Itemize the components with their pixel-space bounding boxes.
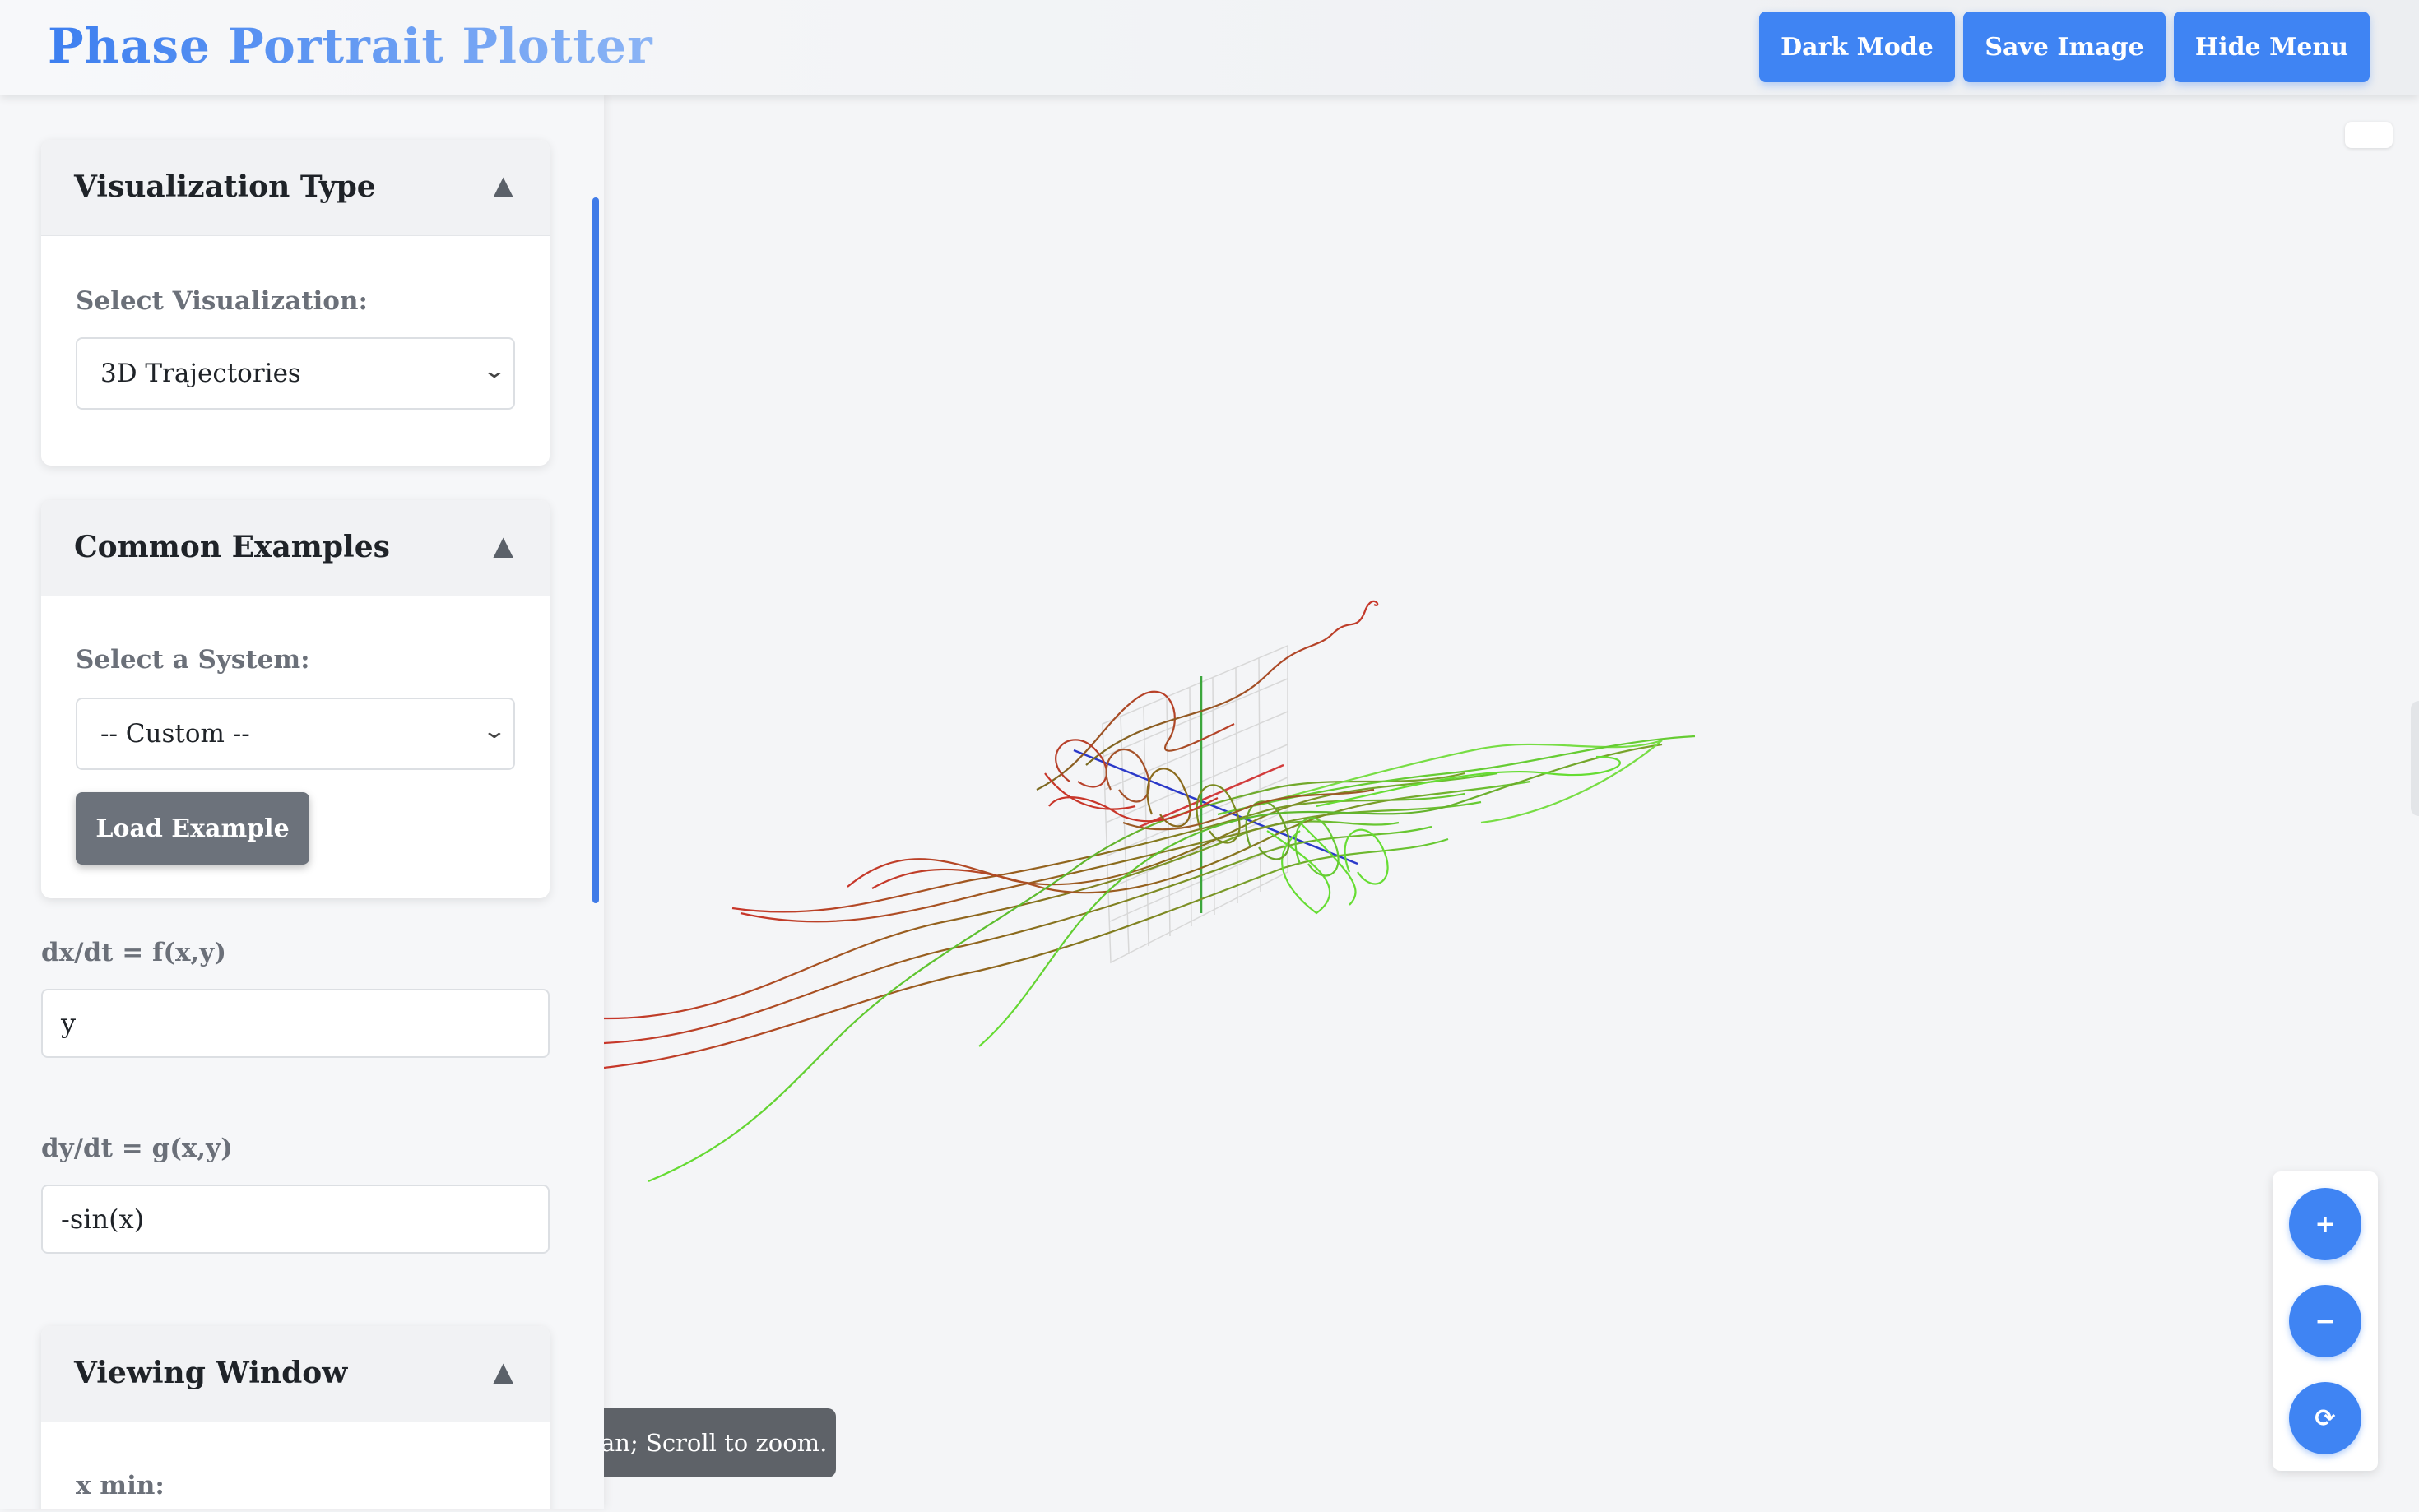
x-min-label: x min:	[76, 1471, 165, 1500]
save-image-button[interactable]: Save Image	[1963, 12, 2166, 82]
reset-view-button[interactable]: ⟳	[2289, 1382, 2361, 1454]
hide-menu-button[interactable]: Hide Menu	[2174, 12, 2370, 82]
chevron-down-icon: ⌄	[481, 359, 508, 383]
dy-dt-input[interactable]: -sin(x)	[41, 1185, 550, 1254]
zoom-in-button[interactable]: +	[2289, 1188, 2361, 1260]
system-select-value: -- Custom --	[100, 719, 250, 749]
visualization-select[interactable]: 3D Trajectories ⌄	[76, 337, 515, 410]
interaction-hint: an; Scroll to zoom.	[604, 1408, 836, 1477]
viewing-panel-header[interactable]: Viewing Window ▲	[41, 1326, 550, 1422]
plot-info-pill	[2345, 122, 2393, 148]
collapse-icon[interactable]: ▲	[493, 530, 513, 561]
chevron-down-icon: ⌄	[481, 719, 508, 744]
app-header: Phase Portrait Plotter Dark Mode Save Im…	[0, 0, 2419, 95]
plot-canvas[interactable]	[603, 95, 2419, 1509]
select-visualization-label: Select Visualization:	[76, 286, 368, 316]
load-example-button[interactable]: Load Example	[76, 792, 309, 865]
system-select[interactable]: -- Custom -- ⌄	[76, 698, 515, 770]
app-title: Phase Portrait Plotter	[48, 18, 653, 74]
interaction-hint-text: an; Scroll to zoom.	[604, 1429, 828, 1457]
sidebar: Visualization Type ▲ Select Visualizatio…	[0, 95, 604, 1509]
zoom-out-button[interactable]: −	[2289, 1285, 2361, 1357]
visualization-panel-header[interactable]: Visualization Type ▲	[41, 140, 550, 236]
zoom-controls: + − ⟳	[2273, 1171, 2378, 1471]
dark-mode-button[interactable]: Dark Mode	[1759, 12, 1955, 82]
common-examples-panel: Common Examples ▲ Select a System: -- Cu…	[41, 500, 550, 898]
sidebar-scrollbar[interactable]	[592, 197, 599, 903]
collapse-icon[interactable]: ▲	[493, 169, 513, 201]
trajectory-group	[603, 600, 1696, 1183]
panel-title: Common Examples	[74, 530, 390, 564]
dx-dt-input[interactable]: y	[41, 989, 550, 1058]
z-axis	[1073, 749, 1358, 865]
dy-dt-label: dy/dt = g(x,y)	[41, 1134, 233, 1163]
dx-dt-label: dx/dt = f(x,y)	[41, 938, 226, 967]
select-system-label: Select a System:	[76, 645, 310, 675]
panel-title: Visualization Type	[74, 169, 376, 204]
trajectory-plot[interactable]	[603, 95, 2419, 1509]
visualization-type-panel: Visualization Type ▲ Select Visualizatio…	[41, 140, 550, 466]
examples-panel-header[interactable]: Common Examples ▲	[41, 500, 550, 596]
visualization-select-value: 3D Trajectories	[100, 359, 301, 388]
viewing-window-panel: Viewing Window ▲ x min:	[41, 1326, 550, 1509]
panel-title: Viewing Window	[74, 1356, 348, 1390]
collapse-icon[interactable]: ▲	[493, 1356, 513, 1387]
side-panel-tab[interactable]	[2411, 701, 2419, 816]
